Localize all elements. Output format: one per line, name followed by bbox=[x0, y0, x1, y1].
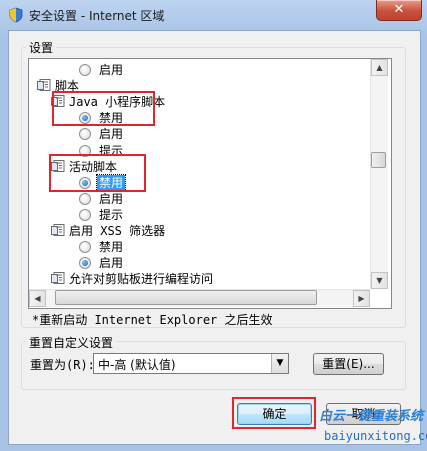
radio-unchecked-icon[interactable] bbox=[79, 192, 91, 205]
close-icon: ✕ bbox=[393, 2, 405, 17]
reset-to-label: 重置为(R): bbox=[30, 358, 95, 372]
tree-category[interactable]: 启用 XSS 筛选器 bbox=[51, 223, 351, 239]
radio-checked-icon[interactable] bbox=[79, 257, 91, 270]
tree-radio-option[interactable]: 提示 bbox=[79, 207, 199, 223]
highlight-box-ok bbox=[232, 397, 316, 429]
radio-unchecked-icon[interactable] bbox=[79, 128, 91, 141]
tree-radio-label: 启用 bbox=[99, 63, 124, 77]
scroll-down-button[interactable]: ▼ bbox=[371, 272, 388, 289]
scroll-up-button[interactable]: ▲ bbox=[371, 59, 388, 76]
title-bar[interactable]: 安全设置 - Internet 区域 bbox=[0, 0, 427, 30]
vertical-scroll-thumb[interactable] bbox=[371, 152, 386, 168]
scroll-left-button[interactable]: ◀ bbox=[29, 290, 46, 307]
tree-radio-label: 禁用 bbox=[99, 240, 124, 255]
settings-group-label: 设置 bbox=[26, 39, 57, 56]
vertical-scrollbar[interactable]: ▲ ▼ bbox=[370, 59, 388, 289]
radio-unchecked-icon[interactable] bbox=[79, 64, 91, 76]
highlight-box-java bbox=[52, 91, 155, 126]
reset-button[interactable]: 重置(E)... bbox=[313, 353, 384, 375]
script-settings-icon bbox=[37, 79, 51, 92]
radio-unchecked-icon[interactable] bbox=[79, 208, 91, 221]
scroll-right-button[interactable]: ▶ bbox=[353, 290, 370, 307]
horizontal-scroll-thumb[interactable] bbox=[55, 290, 317, 305]
tree-category-label: 允许对剪贴板进行编程访问 bbox=[69, 272, 214, 287]
reset-level-select[interactable]: 中-高 (默认值) ▼ bbox=[93, 353, 289, 374]
tree-radio-label: 提示 bbox=[99, 207, 124, 222]
script-settings-icon bbox=[51, 224, 65, 237]
script-settings-icon bbox=[51, 272, 65, 285]
tree-category-label: 启用 XSS 筛选器 bbox=[69, 224, 166, 238]
window-title: 安全设置 - Internet 区域 bbox=[29, 9, 165, 23]
watermark-url: baiyunxitong.com bbox=[324, 429, 427, 443]
tree-radio-option[interactable]: 禁用 bbox=[79, 239, 199, 255]
tree-category[interactable]: 允许对剪贴板进行编程访问 bbox=[51, 271, 351, 287]
shield-icon bbox=[9, 7, 23, 23]
tree-radio-label: 启用 bbox=[99, 127, 124, 142]
svg-text:白云一键重装系统: 白云一键重装系统 bbox=[319, 408, 425, 424]
tree-radio-option[interactable]: 启用 bbox=[79, 62, 199, 78]
dialog-window: 安全设置 - Internet 区域 ✕ 设置 启用 脚本 Java 小程序脚本 禁用… bbox=[0, 0, 427, 451]
highlight-box-active-script bbox=[49, 154, 146, 192]
reset-level-value: 中-高 (默认值) bbox=[98, 358, 176, 372]
chevron-down-icon[interactable]: ▼ bbox=[271, 354, 288, 373]
restart-note: *重新启动 Internet Explorer 之后生效 bbox=[32, 313, 273, 327]
radio-unchecked-icon[interactable] bbox=[79, 241, 91, 254]
reset-group-label: 重置自定义设置 bbox=[26, 334, 117, 351]
tree-radio-option[interactable]: 启用 bbox=[79, 126, 199, 142]
tree-radio-option[interactable]: 启用 bbox=[79, 191, 199, 207]
watermark-logo: 白云一键重装系统 bbox=[319, 408, 425, 424]
close-button[interactable]: ✕ bbox=[376, 0, 422, 21]
tree-radio-label: 启用 bbox=[99, 191, 124, 206]
tree-radio-label: 启用 bbox=[99, 256, 124, 271]
tree-radio-option[interactable]: 启用 bbox=[79, 255, 199, 271]
